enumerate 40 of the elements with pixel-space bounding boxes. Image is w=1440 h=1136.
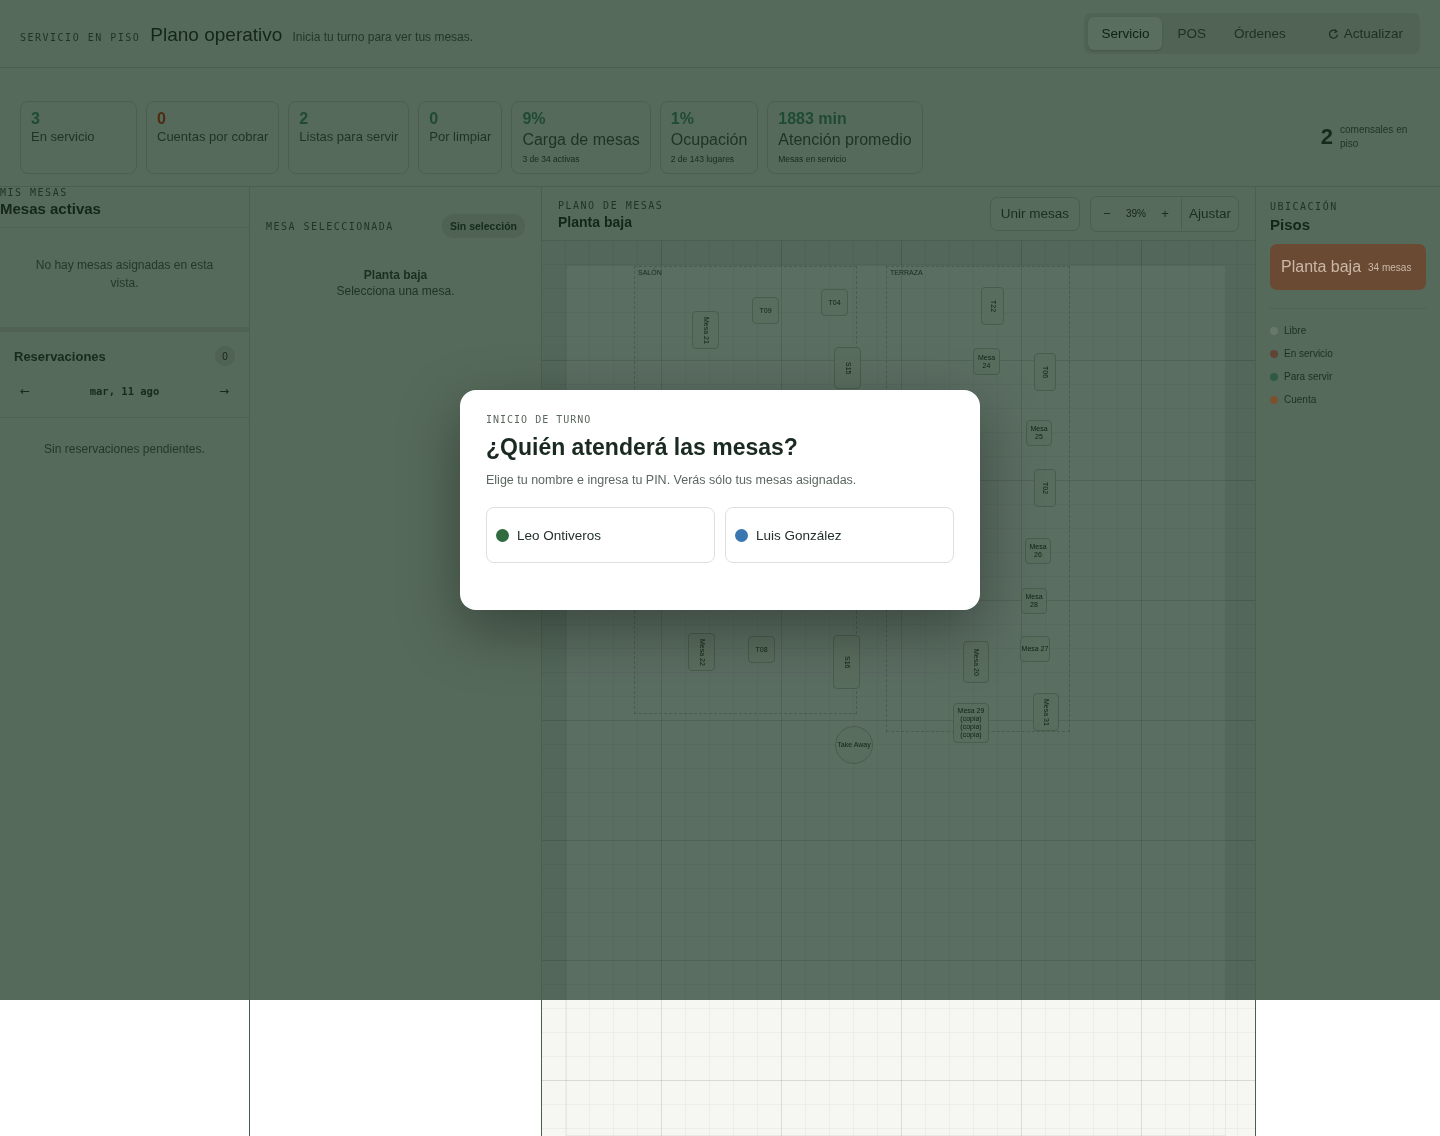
stat-value: 1883 min [778,109,847,129]
fit-button[interactable]: Ajustar [1180,197,1238,230]
status-badge: Sin selección [441,214,525,238]
stat-value: 3 [31,109,40,129]
stat-value: 0 [429,109,439,129]
nav-tab[interactable]: Servicio [1088,17,1163,50]
stat-label: Atención promedio [778,130,912,150]
stat-value: 0 [157,109,166,129]
next-day-button[interactable]: → [214,382,233,400]
stat-label: Por limpiar [429,129,492,144]
staff-option[interactable]: Leo Ontiveros [486,507,715,563]
stat-label: Carga de mesas [522,130,640,150]
dialog-title: ¿Quién atenderá las mesas? [486,434,799,461]
section-title: Reservaciones [14,348,106,364]
floor-name: Planta baja [363,268,428,282]
zoom-in-button[interactable]: + [1148,197,1181,230]
stat-label: Ocupación [670,130,748,150]
section-title: Mesas activas [0,200,102,217]
legend-label: Libre [1284,325,1307,336]
hint-text: Selecciona una mesa. [336,284,455,298]
stat-label: Listas para servir [299,129,399,144]
staff-option[interactable]: Luis González [725,507,954,563]
date-label: mar, 11 ago [89,385,160,397]
previous-day-button[interactable]: ← [16,382,35,400]
floor-button[interactable]: Planta baja 34 mesas [1270,244,1426,290]
legend-label: Para servir [1284,371,1333,382]
section-title: Planta baja [558,213,633,230]
merge-tables-button[interactable]: Unir mesas [989,196,1080,231]
dialog-text: Elige tu nombre e ingresa tu PIN. Verás sólo tus mesas asignadas. [486,473,858,487]
diners-count: 2 [1320,124,1333,150]
zoom-level: 39% [1124,208,1147,219]
stat-label: En servicio [31,129,95,144]
page-title: Plano operativo [150,23,283,46]
dialog-eyebrow: INICIO DE TURNO [486,414,593,425]
refresh-icon [1327,27,1339,40]
legend-label: En servicio [1284,348,1333,359]
zoom-out-button[interactable]: − [1090,197,1123,230]
legend-label: Cuenta [1284,394,1317,405]
section-title: Pisos [1270,216,1312,233]
stat-label: Cuentas por cobrar [157,129,269,144]
